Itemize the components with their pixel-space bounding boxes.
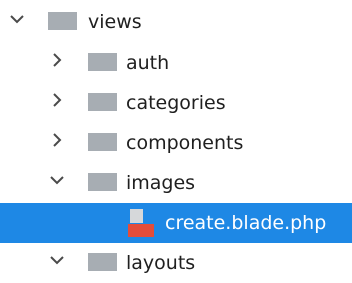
tree-node-create-blade-php[interactable]: create.blade.php <box>0 203 352 243</box>
tree-node-components[interactable]: components <box>0 123 352 163</box>
tree-node-label: views <box>88 11 142 33</box>
folder-icon <box>48 12 77 30</box>
chevron-right-icon[interactable] <box>48 91 66 109</box>
tree-node-label: components <box>126 132 244 154</box>
tree-node-label: layouts <box>126 252 196 274</box>
chevron-down-icon[interactable] <box>48 251 66 269</box>
folder-icon <box>88 133 117 151</box>
tree-node-layouts[interactable]: layouts <box>0 243 352 283</box>
tree-node-label: categories <box>126 92 226 114</box>
chevron-down-icon[interactable] <box>8 10 26 28</box>
folder-icon <box>88 173 117 191</box>
folder-icon <box>88 93 117 111</box>
tree-node-images[interactable]: images <box>0 163 352 203</box>
tree-node-label: images <box>126 172 196 194</box>
tree-node-categories[interactable]: categories <box>0 83 352 123</box>
tree-node-auth[interactable]: auth <box>0 43 352 83</box>
project-tree: views auth categories components images … <box>0 0 352 279</box>
chevron-down-icon[interactable] <box>48 171 66 189</box>
chevron-right-icon[interactable] <box>48 51 66 69</box>
tree-node-label: create.blade.php <box>165 212 327 234</box>
tree-node-label: auth <box>126 52 170 74</box>
php-file-icon <box>128 209 154 237</box>
chevron-right-icon[interactable] <box>48 131 66 149</box>
folder-icon <box>88 253 117 271</box>
folder-icon <box>88 53 117 71</box>
tree-node-views[interactable]: views <box>0 2 352 42</box>
